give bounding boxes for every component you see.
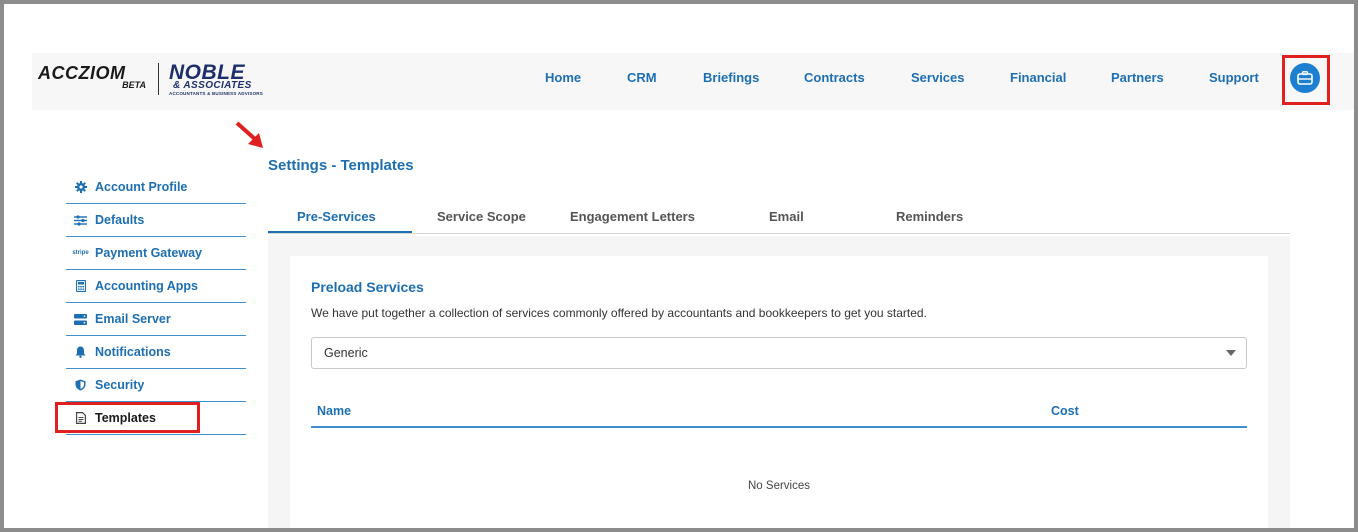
active-tab-indicator — [268, 231, 412, 233]
template-tabs: Pre-Services Service Scope Engagement Le… — [268, 200, 1290, 234]
gear-icon — [74, 181, 87, 194]
empty-state-text: No Services — [748, 480, 810, 492]
nav-support[interactable]: Support — [1209, 70, 1259, 85]
shield-icon — [74, 379, 87, 392]
sidebar-item-payment-gateway[interactable]: stripe Payment Gateway — [66, 237, 246, 270]
accziom-logo: ACCZIOM BETA — [38, 63, 148, 97]
sidebar-item-security[interactable]: Security — [66, 369, 246, 402]
sidebar-item-account-profile[interactable]: Account Profile — [66, 171, 246, 204]
nav-financial[interactable]: Financial — [1010, 70, 1066, 85]
nav-partners[interactable]: Partners — [1111, 70, 1164, 85]
sidebar-item-label: Notifications — [95, 345, 171, 359]
tab-engagement-letters[interactable]: Engagement Letters — [570, 209, 695, 224]
tab-email[interactable]: Email — [769, 209, 804, 224]
select-value: Generic — [324, 346, 368, 360]
sidebar-item-accounting-apps[interactable]: Accounting Apps — [66, 270, 246, 303]
partner-logo: NOBLE & ASSOCIATES ACCOUNTANTS & BUSINES… — [169, 61, 269, 97]
page-title: Settings - Templates — [268, 157, 414, 174]
sidebar-item-label: Accounting Apps — [95, 279, 199, 293]
column-header-name[interactable]: Name — [317, 404, 351, 418]
tab-service-scope[interactable]: Service Scope — [437, 209, 526, 224]
calculator-icon — [74, 280, 87, 293]
sidebar-item-label: Security — [95, 378, 145, 392]
chevron-down-icon — [1226, 350, 1236, 356]
section-title: Preload Services — [311, 279, 424, 295]
server-icon — [74, 313, 87, 326]
sidebar-item-label: Email Server — [95, 312, 171, 326]
bell-icon — [74, 346, 87, 359]
sidebar-item-email-server[interactable]: Email Server — [66, 303, 246, 336]
partner-tag: ACCOUNTANTS & BUSINESS ADVISORS — [169, 91, 263, 96]
template-set-select[interactable]: Generic — [311, 337, 1247, 369]
nav-contracts[interactable]: Contracts — [804, 70, 865, 85]
column-header-cost[interactable]: Cost — [1051, 404, 1079, 418]
logo-beta: BETA — [122, 80, 146, 90]
logo[interactable]: ACCZIOM BETA NOBLE & ASSOCIATES ACCOUNTA… — [38, 61, 269, 97]
annotation-arrow — [235, 121, 263, 148]
tab-reminders[interactable]: Reminders — [896, 209, 963, 224]
settings-sidebar: Account Profile Defaults stripe Payment … — [66, 171, 246, 435]
logo-brand: ACCZIOM — [38, 63, 126, 83]
nav-home[interactable]: Home — [545, 70, 581, 85]
sidebar-item-label: Payment Gateway — [95, 246, 202, 260]
partner-sub: & ASSOCIATES — [173, 80, 252, 91]
highlight-box-apps — [1282, 55, 1330, 105]
logo-divider — [158, 63, 159, 95]
tab-pre-services[interactable]: Pre-Services — [297, 209, 376, 224]
sidebar-item-notifications[interactable]: Notifications — [66, 336, 246, 369]
sidebar-item-label: Defaults — [95, 213, 145, 227]
stripe-icon: stripe — [72, 250, 89, 256]
sliders-icon — [74, 214, 87, 227]
top-navigation-bar: ACCZIOM BETA NOBLE & ASSOCIATES ACCOUNTA… — [32, 53, 1354, 110]
section-description: We have put together a collection of ser… — [311, 306, 927, 320]
sidebar-item-label: Account Profile — [95, 180, 188, 194]
sidebar-item-defaults[interactable]: Defaults — [66, 204, 246, 237]
highlight-box-templates — [55, 402, 200, 433]
nav-briefings[interactable]: Briefings — [703, 70, 759, 85]
nav-services[interactable]: Services — [911, 70, 965, 85]
nav-crm[interactable]: CRM — [627, 70, 657, 85]
table-header-divider — [311, 426, 1247, 428]
